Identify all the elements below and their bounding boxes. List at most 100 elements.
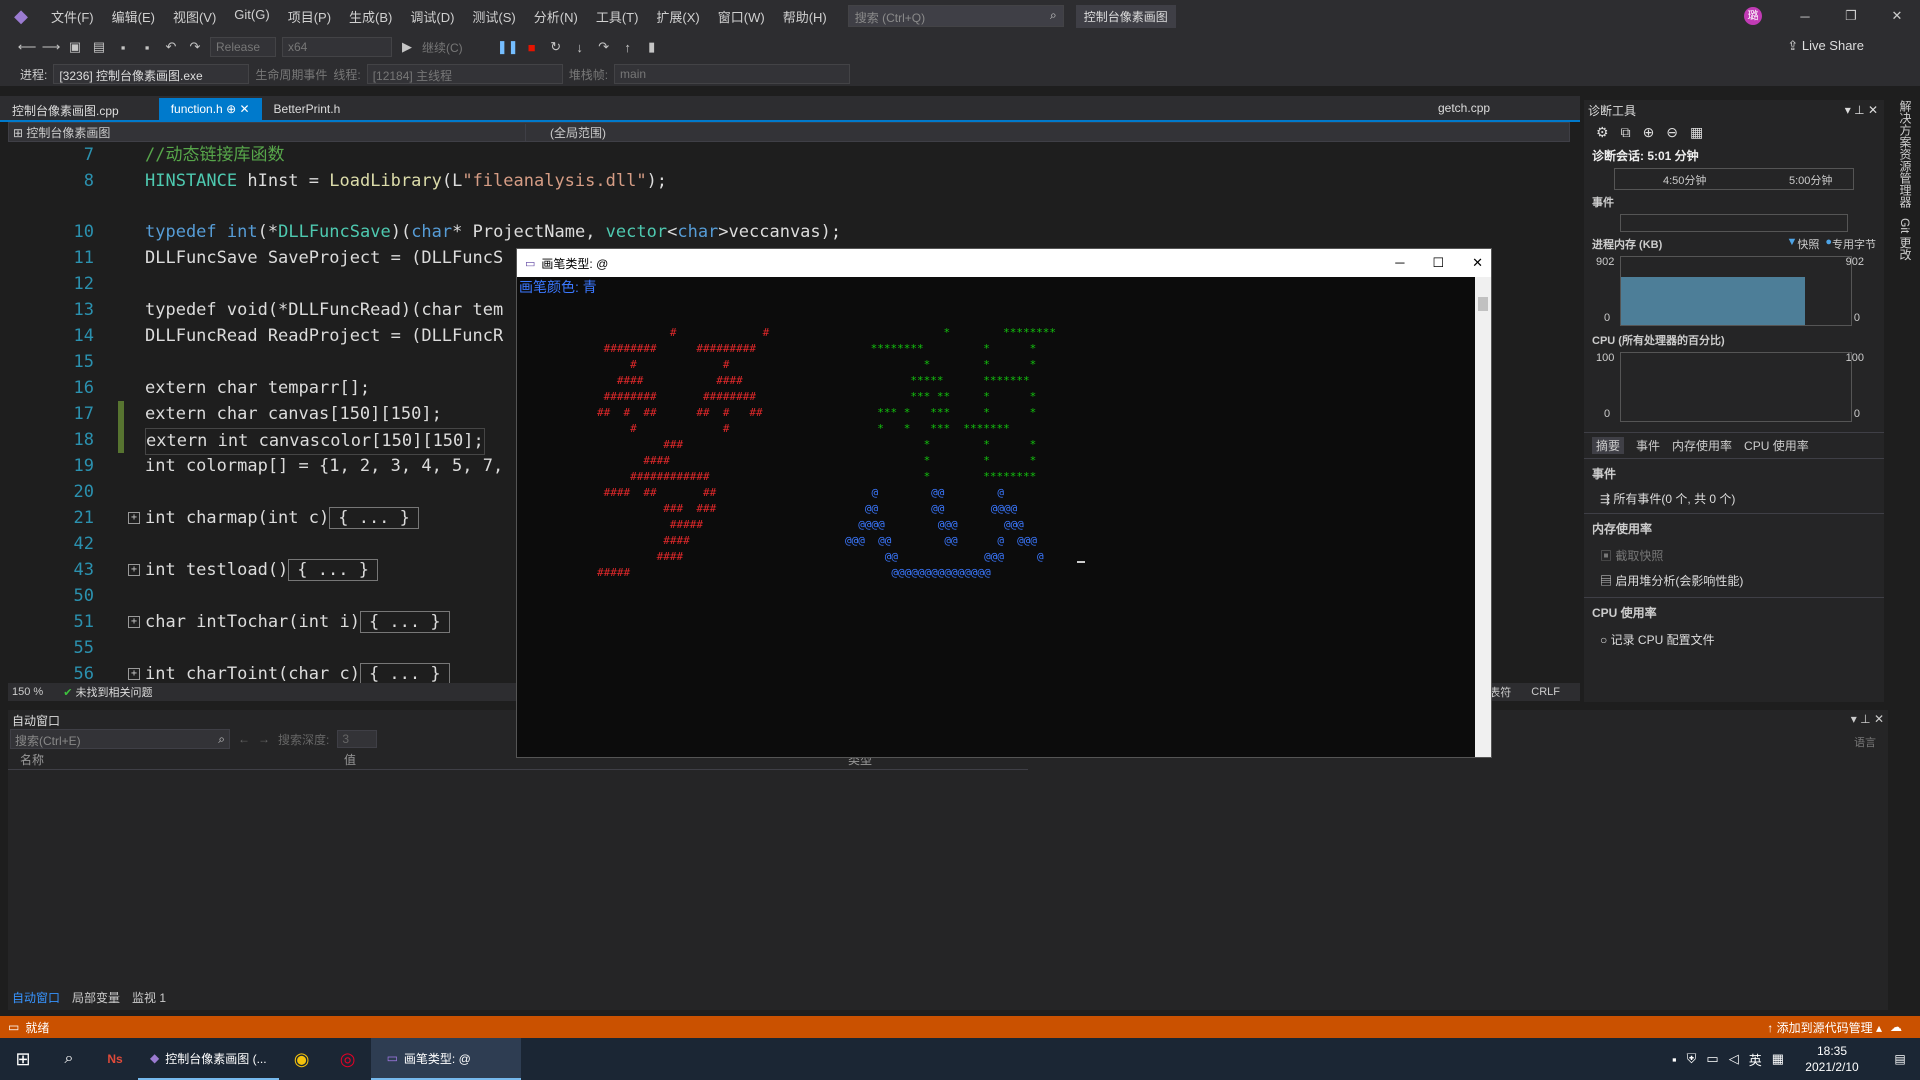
reset-view-icon[interactable]: ▦ <box>1690 124 1703 141</box>
tray-volume-icon[interactable]: ◁ <box>1729 1051 1739 1067</box>
heap-profile-button[interactable]: ▤ 启用堆分析(会影响性能) <box>1584 568 1884 593</box>
restart-icon[interactable]: ↻ <box>547 38 565 56</box>
collapsed-block[interactable]: { ... } <box>359 611 450 633</box>
zoom-select[interactable]: 150 % <box>12 686 43 698</box>
stack-select[interactable]: main <box>614 64 851 84</box>
panel-controls-icon[interactable]: ▾ ⊥ ✕ <box>1851 712 1884 726</box>
forward-icon[interactable]: ⟶ <box>42 38 61 56</box>
search-input[interactable]: 搜索 (Ctrl+Q) ⌕ <box>847 5 1064 27</box>
save-icon[interactable]: ▪ <box>114 38 132 56</box>
menu-file[interactable]: 文件(F) <box>42 7 103 26</box>
keyboard-icon[interactable]: ▦ <box>1772 1051 1784 1067</box>
scrollbar-thumb[interactable] <box>1478 297 1488 311</box>
console-window[interactable]: ▭ 画笔类型: @ ─ ☐ ✕ 画笔颜色: 青 # # ######## ###… <box>516 248 1492 758</box>
action-center-icon[interactable]: ▤ <box>1880 1052 1920 1066</box>
restore-icon[interactable]: ❐ <box>1828 8 1874 24</box>
taskbar-vs-app[interactable]: ◆ 控制台像素画图 (... <box>138 1038 279 1080</box>
timeline-ruler[interactable]: 4:50分钟 5:00分钟 <box>1614 168 1854 190</box>
expand-icon[interactable]: + <box>128 668 140 680</box>
zoom-out-icon[interactable]: ⊖ <box>1666 124 1678 141</box>
tab-autos[interactable]: 自动窗口 <box>12 989 60 1006</box>
tab-memory[interactable]: 内存使用率 <box>1672 437 1732 454</box>
tab-cpu[interactable]: CPU 使用率 <box>1744 437 1809 454</box>
menu-debug[interactable]: 调试(D) <box>401 7 463 26</box>
close-icon[interactable]: ✕ <box>1472 255 1483 271</box>
menu-git[interactable]: Git(G) <box>225 7 278 26</box>
ime-indicator[interactable]: 英 <box>1749 1050 1762 1069</box>
all-events-link[interactable]: ⇶ 所有事件(0 个, 共 0 个) <box>1584 488 1884 509</box>
maximize-icon[interactable]: ☐ <box>1432 255 1444 271</box>
step-over-icon[interactable]: ↷ <box>595 38 613 56</box>
netease-music-icon[interactable]: ◎ <box>325 1049 371 1070</box>
tab-getch-cpp[interactable]: getch.cpp <box>1438 101 1490 115</box>
column-name[interactable]: 名称 <box>8 751 344 768</box>
menu-extensions[interactable]: 扩展(X) <box>647 7 708 26</box>
menu-test[interactable]: 测试(S) <box>463 7 524 26</box>
menu-project[interactable]: 项目(P) <box>279 7 340 26</box>
undo-icon[interactable]: ↶ <box>162 38 180 56</box>
menu-tools[interactable]: 工具(T) <box>587 7 648 26</box>
back-icon[interactable]: ⟵ <box>18 38 37 56</box>
avatar[interactable]: 璐 <box>1744 7 1762 25</box>
expand-icon[interactable]: + <box>128 616 140 628</box>
project-dropdown[interactable]: ⊞ 控制台像素画图 <box>9 124 525 141</box>
expand-icon[interactable]: + <box>128 564 140 576</box>
windows-start-icon[interactable]: ⊞ <box>0 1049 46 1070</box>
console-titlebar[interactable]: ▭ 画笔类型: @ ─ ☐ ✕ <box>517 249 1491 277</box>
tab-locals[interactable]: 局部变量 <box>72 989 120 1006</box>
taskbar-console-app[interactable]: ▭ 画笔类型: @ <box>370 1038 521 1080</box>
menu-help[interactable]: 帮助(H) <box>774 7 836 26</box>
record-cpu-button[interactable]: ○ 记录 CPU 配置文件 <box>1584 627 1884 652</box>
tray-app-icon[interactable]: ▪ <box>1672 1052 1677 1067</box>
expand-icon[interactable]: + <box>128 512 140 524</box>
notifications-icon[interactable]: ☁ <box>1890 1020 1920 1034</box>
panel-close-icon[interactable]: ▾ ⊥ ✕ <box>1845 103 1884 117</box>
tray-network-icon[interactable]: ▭ <box>1706 1051 1718 1067</box>
zoom-in-icon[interactable]: ⊕ <box>1643 124 1655 141</box>
collapsed-block[interactable]: { ... } <box>288 559 378 581</box>
close-tab-icon[interactable]: ✕ <box>239 102 249 116</box>
clock[interactable]: 18:35 2021/2/10 <box>1784 1043 1880 1075</box>
new-project-icon[interactable]: ▣ <box>66 38 84 56</box>
gear-icon[interactable]: ⚙ <box>1596 124 1609 141</box>
close-icon[interactable]: ✕ <box>1874 8 1920 24</box>
console-scrollbar[interactable] <box>1475 277 1491 757</box>
collapsed-block[interactable]: { ... } <box>329 507 419 529</box>
redo-icon[interactable]: ↷ <box>186 38 204 56</box>
config-select[interactable]: Release <box>210 37 276 57</box>
step-into-icon[interactable]: ↓ <box>571 38 589 56</box>
process-select[interactable]: [3236] 控制台像素画图.exe <box>53 64 250 84</box>
scope-dropdown[interactable]: (全局范围) <box>525 123 1025 141</box>
stop-icon[interactable]: ■ <box>523 38 541 56</box>
play-icon[interactable]: ▶ <box>398 38 416 56</box>
tab-summary[interactable]: 摘要 <box>1592 437 1625 454</box>
search-depth-select[interactable]: 3 <box>337 730 378 748</box>
lifecycle-events[interactable]: 生命周期事件 <box>255 66 327 83</box>
minimize-icon[interactable]: ─ <box>1782 9 1828 24</box>
tray-security-icon[interactable]: ⛨ <box>1687 1051 1697 1067</box>
menu-analyze[interactable]: 分析(N) <box>525 7 587 26</box>
chrome-icon[interactable]: ◉ <box>279 1049 325 1070</box>
continue-button[interactable]: 继续(C) <box>422 39 463 56</box>
search-back-icon[interactable]: ← <box>238 732 250 746</box>
platform-select[interactable]: x64 <box>282 37 392 57</box>
app-ns-icon[interactable]: Ns <box>92 1052 138 1066</box>
autos-search-input[interactable]: 搜索(Ctrl+E) ⌕ <box>10 729 230 749</box>
tab-main-cpp[interactable]: 控制台像素画图.cpp <box>0 98 131 120</box>
line-ending[interactable]: CRLF <box>1531 686 1560 698</box>
save-all-icon[interactable]: ▪ <box>138 38 156 56</box>
search-forward-icon[interactable]: → <box>258 732 270 746</box>
minimize-icon[interactable]: ─ <box>1395 255 1404 271</box>
take-snapshot-button[interactable]: ▣ 截取快照 <box>1584 543 1884 568</box>
search-icon[interactable]: ⌕ <box>46 1050 92 1068</box>
select-tools-icon[interactable]: ⧉ <box>1621 124 1631 141</box>
no-issues-status[interactable]: ✔ 未找到相关问题 <box>63 684 152 700</box>
tab-watch1[interactable]: 监视 1 <box>132 989 166 1006</box>
menu-edit[interactable]: 编辑(E) <box>103 7 164 26</box>
menu-window[interactable]: 窗口(W) <box>709 7 774 26</box>
live-share-button[interactable]: ⇪ Live Share <box>1787 38 1864 54</box>
bookmark-icon[interactable]: ▮ <box>643 38 661 56</box>
git-changes-tab[interactable]: Git 更改 <box>1894 218 1914 278</box>
menu-build[interactable]: 生成(B) <box>340 7 401 26</box>
tab-betterprint-h[interactable]: BetterPrint.h <box>262 98 353 120</box>
